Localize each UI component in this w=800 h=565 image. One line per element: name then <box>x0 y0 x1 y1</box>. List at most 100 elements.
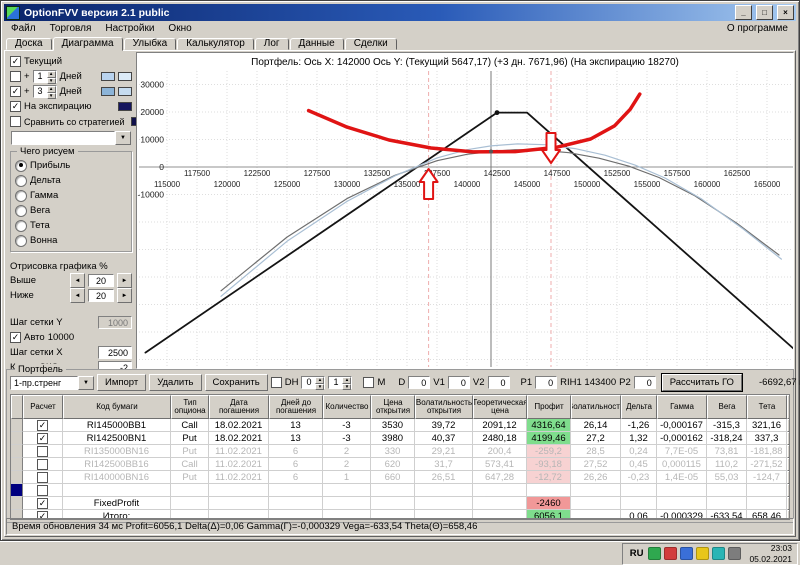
table-cell[interactable]: 26,14 <box>571 419 621 432</box>
table-cell[interactable]: -315,3 <box>707 419 747 432</box>
row-calc-checkbox[interactable] <box>23 471 63 484</box>
row-calc-checkbox[interactable] <box>23 445 63 458</box>
p2-field[interactable]: 0 <box>633 376 656 389</box>
table-cell[interactable] <box>209 484 269 497</box>
chevron-down-icon[interactable]: ▼ <box>115 131 131 145</box>
menu-file[interactable]: Файл <box>4 22 43 35</box>
radio-vonna[interactable] <box>15 234 27 247</box>
row-delete-button[interactable]: X <box>787 445 789 458</box>
row-calc-checkbox[interactable]: ✓ <box>23 432 63 445</box>
column-header[interactable] <box>11 395 23 419</box>
row-delete-button[interactable]: X <box>787 497 789 510</box>
table-cell[interactable] <box>473 497 527 510</box>
row-calc-checkbox[interactable]: ✓ <box>23 419 63 432</box>
table-cell[interactable]: 321,16 <box>747 419 787 432</box>
below-value-field[interactable]: 20 <box>88 289 114 302</box>
table-cell[interactable] <box>269 484 323 497</box>
save-button[interactable]: Сохранить <box>204 374 268 391</box>
security-code-cell[interactable] <box>63 484 171 497</box>
table-cell[interactable] <box>171 497 209 510</box>
table-cell[interactable]: 110,2 <box>707 458 747 471</box>
table-cell[interactable]: 2480,18 <box>473 432 527 445</box>
table-cell[interactable] <box>657 484 707 497</box>
table-cell[interactable] <box>747 484 787 497</box>
column-header[interactable]: Профит <box>527 395 571 419</box>
plus1-color-swatch[interactable] <box>101 72 115 81</box>
minimize-button[interactable]: _ <box>735 5 752 20</box>
security-code-cell[interactable]: RI145000BB1 <box>63 419 171 432</box>
column-header[interactable]: Дата погашения <box>209 395 269 419</box>
radio-pribyl[interactable] <box>15 159 27 172</box>
table-cell[interactable]: Call <box>171 458 209 471</box>
table-cell[interactable]: Put <box>171 471 209 484</box>
tab-kalkulyator[interactable]: Калькулятор <box>177 38 254 50</box>
below-increase-button[interactable]: ► <box>117 288 132 303</box>
tray-icon-3[interactable] <box>680 547 694 560</box>
current-checkbox[interactable]: ✓ <box>10 56 21 67</box>
menu-window[interactable]: Окно <box>161 22 198 35</box>
plus1-color-swatch-2[interactable] <box>118 72 132 81</box>
table-cell[interactable]: 0,45 <box>621 458 657 471</box>
tab-dannye[interactable]: Данные <box>289 38 344 50</box>
tray-icon-6[interactable] <box>728 547 742 560</box>
step-y-field[interactable]: 1000 <box>98 316 132 329</box>
maximize-button[interactable]: □ <box>756 5 773 20</box>
table-cell[interactable] <box>571 484 621 497</box>
radio-gamma[interactable] <box>15 189 27 202</box>
security-code-cell[interactable]: FixedProfit <box>63 497 171 510</box>
tray-icon-2[interactable] <box>664 547 678 560</box>
above-value-field[interactable]: 20 <box>88 274 114 287</box>
auto-step-checkbox[interactable]: ✓ <box>10 332 21 343</box>
table-cell[interactable] <box>657 497 707 510</box>
table-cell[interactable]: -3 <box>323 432 371 445</box>
table-cell[interactable]: -124,7 <box>747 471 787 484</box>
table-cell[interactable]: -271,52 <box>747 458 787 471</box>
below-decrease-button[interactable]: ◄ <box>70 288 85 303</box>
plus3-color-swatch-2[interactable] <box>118 87 132 96</box>
table-cell[interactable]: 6 <box>269 458 323 471</box>
table-cell[interactable]: -318,24 <box>707 432 747 445</box>
row-delete-button[interactable]: X <box>787 471 789 484</box>
import-button[interactable]: Импорт <box>97 374 147 391</box>
table-cell[interactable]: 18.02.2021 <box>209 432 269 445</box>
table-cell[interactable]: 2091,12 <box>473 419 527 432</box>
table-cell[interactable] <box>707 484 747 497</box>
table-cell[interactable]: 11.02.2021 <box>209 445 269 458</box>
tray-icon-4[interactable] <box>696 547 710 560</box>
column-header[interactable]: Теоретическая цена <box>473 395 527 419</box>
v2-field[interactable]: 0 <box>487 376 510 389</box>
row-calc-checkbox[interactable] <box>23 458 63 471</box>
plus1-checkbox[interactable] <box>10 71 21 82</box>
table-cell[interactable]: 27,2 <box>571 432 621 445</box>
table-cell[interactable]: -2460 <box>527 497 571 510</box>
tray-icon-1[interactable] <box>648 547 662 560</box>
table-cell[interactable]: 55,03 <box>707 471 747 484</box>
table-cell[interactable]: 620 <box>371 458 415 471</box>
table-cell[interactable] <box>571 497 621 510</box>
plus3-days-stepper[interactable]: 3 ▲ ▼ <box>32 85 57 99</box>
column-header[interactable]: Расчет <box>23 395 63 419</box>
table-cell[interactable] <box>415 484 473 497</box>
plus3-color-swatch[interactable] <box>101 87 115 96</box>
table-cell[interactable]: -12,72 <box>527 471 571 484</box>
table-cell[interactable]: Call <box>171 419 209 432</box>
table-cell[interactable]: 6 <box>269 471 323 484</box>
table-cell[interactable] <box>323 497 371 510</box>
table-cell[interactable]: 660 <box>371 471 415 484</box>
strategy-select[interactable]: 1-пр.стренг ▼ <box>10 375 94 390</box>
expiration-color-swatch[interactable] <box>118 102 132 111</box>
plus3-checkbox[interactable]: ✓ <box>10 86 21 97</box>
tab-diagramma[interactable]: Диаграмма <box>52 37 123 51</box>
table-cell[interactable]: Put <box>171 445 209 458</box>
security-code-cell[interactable]: RI142500BN1 <box>63 432 171 445</box>
table-cell[interactable]: 28,5 <box>571 445 621 458</box>
column-header[interactable]: Цена открытия <box>371 395 415 419</box>
table-cell[interactable]: 647,28 <box>473 471 527 484</box>
step-x-field[interactable]: 2500 <box>98 346 132 359</box>
security-code-cell[interactable]: RI135000BN16 <box>63 445 171 458</box>
sko-count-field[interactable]: -2 <box>98 361 132 369</box>
table-cell[interactable]: -0,23 <box>621 471 657 484</box>
table-cell[interactable]: 18.02.2021 <box>209 419 269 432</box>
table-cell[interactable]: 39,72 <box>415 419 473 432</box>
table-cell[interactable] <box>323 484 371 497</box>
